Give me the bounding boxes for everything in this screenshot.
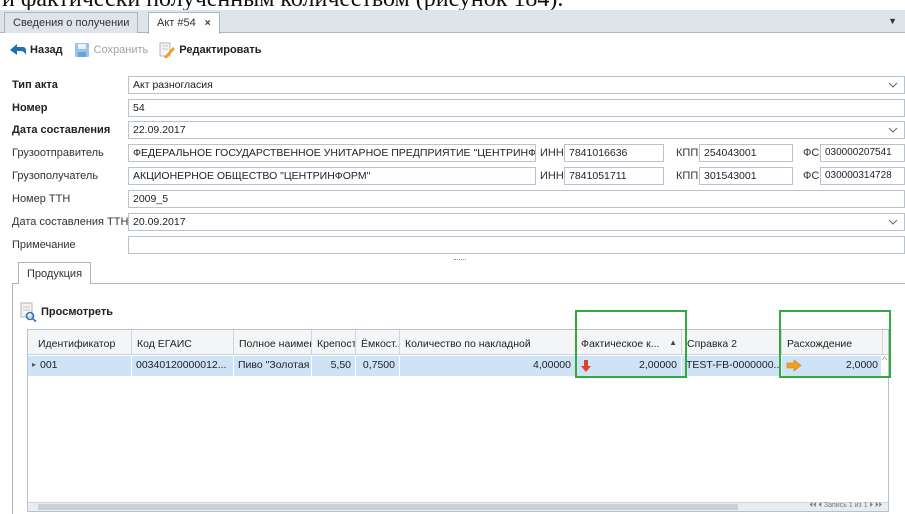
col-header-strength[interactable]: Крепост... (312, 330, 356, 355)
table-row[interactable]: ▸ 001 00340120000012... Пиво "Золотая Б.… (28, 356, 883, 376)
note-label: Примечание (12, 239, 76, 251)
chevron-down-icon[interactable] (888, 124, 898, 136)
col-header-egais[interactable]: Код ЕГАИС (132, 330, 234, 355)
shipper-kpp-field[interactable]: 254043001 (699, 144, 793, 162)
shipper-inn-value: 7841016636 (569, 147, 628, 159)
consignee-inn-label: ИНН (540, 170, 564, 182)
view-document-icon (18, 302, 38, 323)
shipper-kpp-value: 254043001 (704, 147, 757, 159)
col-header-name[interactable]: Полное наимено... (234, 330, 312, 355)
highlight-box-difference (779, 310, 891, 378)
vertical-scrollbar[interactable] (881, 356, 888, 511)
back-label: Назад (30, 44, 63, 56)
view-label: Просмотреть (41, 306, 113, 318)
back-arrow-icon (9, 42, 27, 58)
note-field[interactable] (128, 236, 905, 254)
consignee-kpp-label: КПП (676, 170, 699, 182)
ttn-date-field[interactable]: 20.09.2017 (128, 213, 905, 231)
pager-status: ⏴⏴ ⏴ Запись 1 из 1 ⏵ ⏵⏵ (809, 502, 883, 509)
consignee-value: АКЦИОНЕРНОЕ ОБЩЕСТВО "ЦЕНТРИНФОРМ" (133, 170, 371, 182)
date-field[interactable]: 22.09.2017 (128, 121, 905, 139)
row-consignee: Грузополучатель АКЦИОНЕРНОЕ ОБЩЕСТВО "ЦЕ… (0, 167, 905, 186)
inner-tab-bar: Продукция (12, 260, 905, 285)
tab-menu-icon[interactable]: ▼ (888, 16, 897, 26)
shipper-fsrar-value: 030000207541 (825, 147, 892, 158)
ttn-number-value: 2009_5 (133, 193, 169, 205)
consignee-inn-value: 7841051711 (569, 170, 627, 182)
row-number: Номер 54 (0, 99, 905, 118)
col-header-id[interactable]: Идентификатор (28, 330, 132, 355)
row-ttn-number: Номер ТТН 2009_5 (0, 190, 905, 209)
consignee-kpp-value: 301543001 (704, 170, 757, 182)
ttn-date-value: 20.09.2017 (133, 216, 186, 228)
edit-pencil-icon (158, 42, 176, 58)
grid-header: Идентификатор Код ЕГАИС Полное наимено..… (28, 330, 888, 355)
tab-products-label: Продукция (27, 268, 83, 280)
cell-volume: 0,7500 (356, 356, 400, 376)
row-act-type: Тип акта Акт разногласия (0, 76, 905, 95)
row-ttn-date: Дата составления ТТН 20.09.2017 (0, 213, 905, 232)
ttn-date-label: Дата составления ТТН (12, 216, 129, 228)
act-type-value: Акт разногласия (133, 79, 213, 91)
shipper-fsrar-field[interactable]: 030000207541 (820, 144, 905, 162)
shipper-field[interactable]: ФЕДЕРАЛЬНОЕ ГОСУДАРСТВЕННОЕ УНИТАРНОЕ ПР… (128, 144, 536, 162)
number-label: Номер (12, 102, 48, 114)
shipper-label: Грузоотправитель (12, 147, 104, 159)
save-label: Сохранить (93, 44, 149, 56)
tab-bar: Сведения о получении Акт #54 × ▼ (0, 10, 905, 34)
ttn-number-label: Номер ТТН (12, 193, 71, 205)
consignee-fsrar-value: 030000314728 (825, 170, 892, 181)
chevron-down-icon[interactable] (888, 216, 898, 228)
back-button[interactable]: Назад (6, 42, 66, 58)
tab-receipt-info[interactable]: Сведения о получении (4, 12, 139, 33)
consignee-kpp-field[interactable]: 301543001 (699, 167, 793, 185)
pager-label: Запись 1 из 1 (823, 502, 868, 509)
edit-button[interactable]: Редактировать (155, 42, 264, 58)
act-type-select[interactable]: Акт разногласия (128, 76, 905, 94)
cell-egais: 00340120000012... (132, 356, 234, 376)
edit-label: Редактировать (179, 44, 262, 56)
col-header-cert2[interactable]: Справка 2 (682, 330, 782, 355)
cell-cert2: TEST-FB-0000000... (682, 356, 782, 376)
toolbar: Назад Сохранить Редактировать (6, 38, 265, 62)
cell-strength: 5,50 (312, 356, 356, 376)
save-button[interactable]: Сохранить (70, 42, 152, 58)
consignee-inn-field[interactable]: 7841051711 (564, 167, 664, 185)
ttn-number-field[interactable]: 2009_5 (128, 190, 905, 208)
row-note: Примечание (0, 236, 905, 255)
date-value: 22.09.2017 (133, 124, 186, 136)
number-field[interactable]: 54 (128, 99, 905, 117)
consignee-label: Грузополучатель (12, 170, 99, 182)
date-label: Дата составления (12, 124, 111, 136)
row-shipper: Грузоотправитель ФЕДЕРАЛЬНОЕ ГОСУДАРСТВЕ… (0, 144, 905, 163)
cell-name: Пиво "Золотая Б... (234, 356, 312, 376)
horizontal-scrollbar[interactable]: ⏴⏴ ⏴ Запись 1 из 1 ⏵ ⏵⏵ (28, 502, 888, 511)
tab-label: Сведения о получении (13, 17, 130, 29)
tab-act-54[interactable]: Акт #54 × (148, 12, 220, 34)
col-header-qty-invoice[interactable]: Количество по накладной (400, 330, 576, 355)
act-type-label: Тип акта (12, 79, 58, 91)
chevron-down-icon[interactable] (888, 79, 898, 91)
cell-id: 001 (28, 356, 132, 376)
shipper-value: ФЕДЕРАЛЬНОЕ ГОСУДАРСТВЕННОЕ УНИТАРНОЕ ПР… (133, 147, 536, 159)
consignee-fsrar-field[interactable]: 030000314728 (820, 167, 905, 185)
cell-qty-invoice: 4,00000 (400, 356, 576, 376)
tab-label: Акт #54 (157, 17, 196, 29)
shipper-inn-field[interactable]: 7841016636 (564, 144, 664, 162)
number-value: 54 (133, 102, 145, 114)
save-disk-icon (73, 42, 91, 58)
products-grid: Идентификатор Код ЕГАИС Полное наимено..… (27, 329, 889, 512)
app-window: Сведения о получении Акт #54 × ▼ Назад С… (0, 10, 905, 514)
shipper-kpp-label: КПП (676, 147, 699, 159)
consignee-field[interactable]: АКЦИОНЕРНОЕ ОБЩЕСТВО "ЦЕНТРИНФОРМ" (128, 167, 536, 185)
highlight-box-actual-qty (575, 310, 687, 378)
view-button[interactable]: Просмотреть (18, 302, 113, 323)
shipper-inn-label: ИНН (540, 147, 564, 159)
tab-products[interactable]: Продукция (18, 262, 92, 285)
row-date: Дата составления 22.09.2017 (0, 121, 905, 140)
close-icon[interactable]: × (205, 18, 211, 29)
scroll-thumb[interactable] (38, 504, 738, 510)
col-header-volume[interactable]: Ёмкост... (356, 330, 400, 355)
